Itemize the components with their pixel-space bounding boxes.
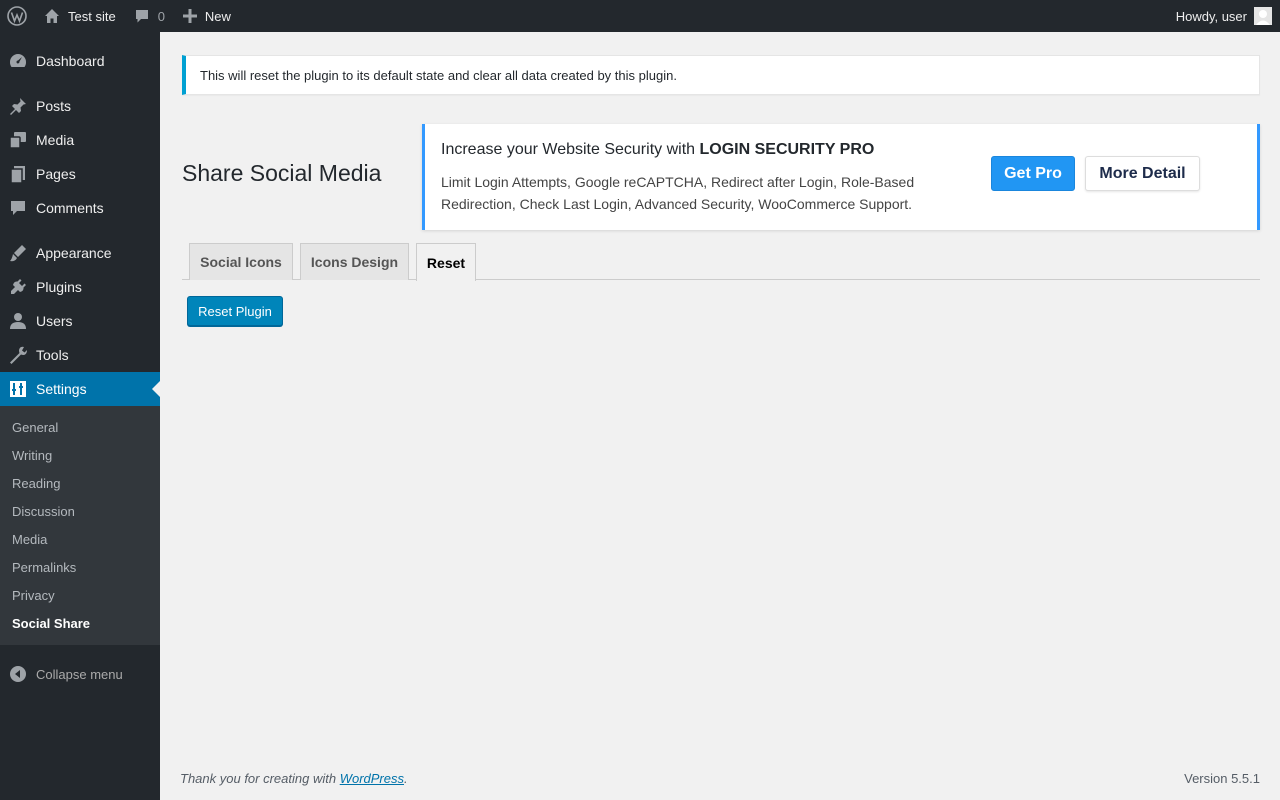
- comments-count: 0: [157, 8, 165, 24]
- submenu-item-general[interactable]: General: [0, 413, 160, 441]
- tab-social-icons[interactable]: Social Icons: [189, 243, 293, 280]
- wordpress-link[interactable]: WordPress: [340, 771, 404, 786]
- sidebar-item-pages[interactable]: Pages: [0, 157, 160, 191]
- submenu-item-reading[interactable]: Reading: [0, 469, 160, 497]
- tab-icons-design[interactable]: Icons Design: [300, 243, 409, 280]
- sidebar-item-comments[interactable]: Comments: [0, 191, 160, 225]
- submenu-item-social-share[interactable]: Social Share: [0, 609, 160, 637]
- wordpress-logo-icon: [7, 6, 27, 26]
- sidebar-item-settings[interactable]: Settings: [0, 372, 160, 406]
- avatar: [1254, 7, 1272, 25]
- avatar-placeholder-icon: [1254, 7, 1272, 25]
- wordpress-logo-menu[interactable]: [0, 0, 34, 32]
- sidebar-label: Settings: [36, 381, 87, 397]
- admin-bar: Test site 0 New Howdy, user: [0, 0, 1280, 32]
- reset-plugin-button[interactable]: Reset Plugin: [187, 296, 283, 326]
- more-detail-button[interactable]: More Detail: [1085, 156, 1200, 191]
- sidebar-label: Tools: [36, 347, 69, 363]
- tab-reset[interactable]: Reset: [416, 243, 476, 281]
- home-icon: [45, 9, 59, 23]
- site-name-link[interactable]: Test site: [34, 0, 134, 32]
- sidebar-label: Media: [36, 132, 75, 148]
- media-icon: [0, 130, 36, 150]
- main-content: This will reset the plugin to its defaul…: [160, 32, 1280, 800]
- get-pro-button[interactable]: Get Pro: [991, 156, 1075, 191]
- plug-icon: [0, 277, 36, 297]
- new-label: New: [204, 8, 231, 24]
- notice-text: This will reset the plugin to its defaul…: [200, 67, 677, 83]
- sidebar-item-appearance[interactable]: Appearance: [0, 236, 160, 270]
- sidebar-item-dashboard[interactable]: Dashboard: [0, 44, 160, 78]
- dashboard-icon: [0, 51, 36, 71]
- sidebar-label: Pages: [36, 166, 76, 182]
- promo-heading-prefix: Increase your Website Security with: [441, 141, 700, 158]
- brush-icon: [0, 243, 36, 263]
- collapse-menu-label: Collapse menu: [36, 666, 123, 682]
- sidebar-label: Users: [36, 313, 73, 329]
- collapse-menu-button[interactable]: Collapse menu: [0, 657, 160, 691]
- settings-icon: [0, 380, 36, 398]
- sidebar-item-tools[interactable]: Tools: [0, 338, 160, 372]
- footer-thanks-prefix: Thank you for creating with: [180, 771, 340, 786]
- sidebar-item-users[interactable]: Users: [0, 304, 160, 338]
- wrench-icon: [0, 345, 36, 365]
- sidebar-label: Plugins: [36, 279, 82, 295]
- sidebar-label: Comments: [36, 200, 104, 216]
- promo-heading-product: LOGIN SECURITY PRO: [699, 141, 875, 158]
- new-content-menu[interactable]: New: [182, 0, 231, 32]
- footer-thanks: Thank you for creating with WordPress.: [180, 771, 408, 786]
- page-title: Share Social Media: [182, 160, 382, 186]
- user-icon: [0, 311, 36, 331]
- promo-banner: Increase your Website Security with LOGI…: [422, 124, 1260, 230]
- sidebar-item-media[interactable]: Media: [0, 123, 160, 157]
- my-account-menu[interactable]: Howdy, user: [1176, 0, 1280, 32]
- comment-icon: [0, 198, 36, 218]
- comment-bubble-icon: [135, 10, 148, 23]
- pin-icon: [0, 96, 36, 116]
- promo-heading: Increase your Website Security with LOGI…: [441, 141, 874, 159]
- admin-sidebar: Dashboard Posts Media Pages Comments App…: [0, 32, 160, 800]
- info-notice: This will reset the plugin to its defaul…: [182, 55, 1260, 95]
- submenu-item-writing[interactable]: Writing: [0, 441, 160, 469]
- footer-thanks-suffix: .: [404, 771, 408, 786]
- settings-tabs: Social Icons Icons Design Reset: [182, 243, 1260, 281]
- comments-link[interactable]: 0: [134, 0, 183, 32]
- plus-icon: [182, 9, 197, 23]
- submenu-item-discussion[interactable]: Discussion: [0, 497, 160, 525]
- submenu-item-permalinks[interactable]: Permalinks: [0, 553, 160, 581]
- collapse-arrow-icon: [0, 665, 36, 683]
- promo-description: Limit Login Attempts, Google reCAPTCHA, …: [441, 174, 915, 212]
- sidebar-item-plugins[interactable]: Plugins: [0, 270, 160, 304]
- sidebar-item-posts[interactable]: Posts: [0, 89, 160, 123]
- settings-submenu: General Writing Reading Discussion Media…: [0, 406, 160, 645]
- greeting-text: Howdy, user: [1175, 8, 1247, 24]
- sidebar-label: Posts: [36, 98, 72, 114]
- submenu-item-media[interactable]: Media: [0, 525, 160, 553]
- site-name-label: Test site: [68, 8, 116, 24]
- footer-version: Version 5.5.1: [1184, 771, 1260, 786]
- sidebar-label: Appearance: [36, 245, 112, 261]
- pages-icon: [0, 164, 36, 184]
- submenu-item-privacy[interactable]: Privacy: [0, 581, 160, 609]
- sidebar-label: Dashboard: [36, 53, 105, 69]
